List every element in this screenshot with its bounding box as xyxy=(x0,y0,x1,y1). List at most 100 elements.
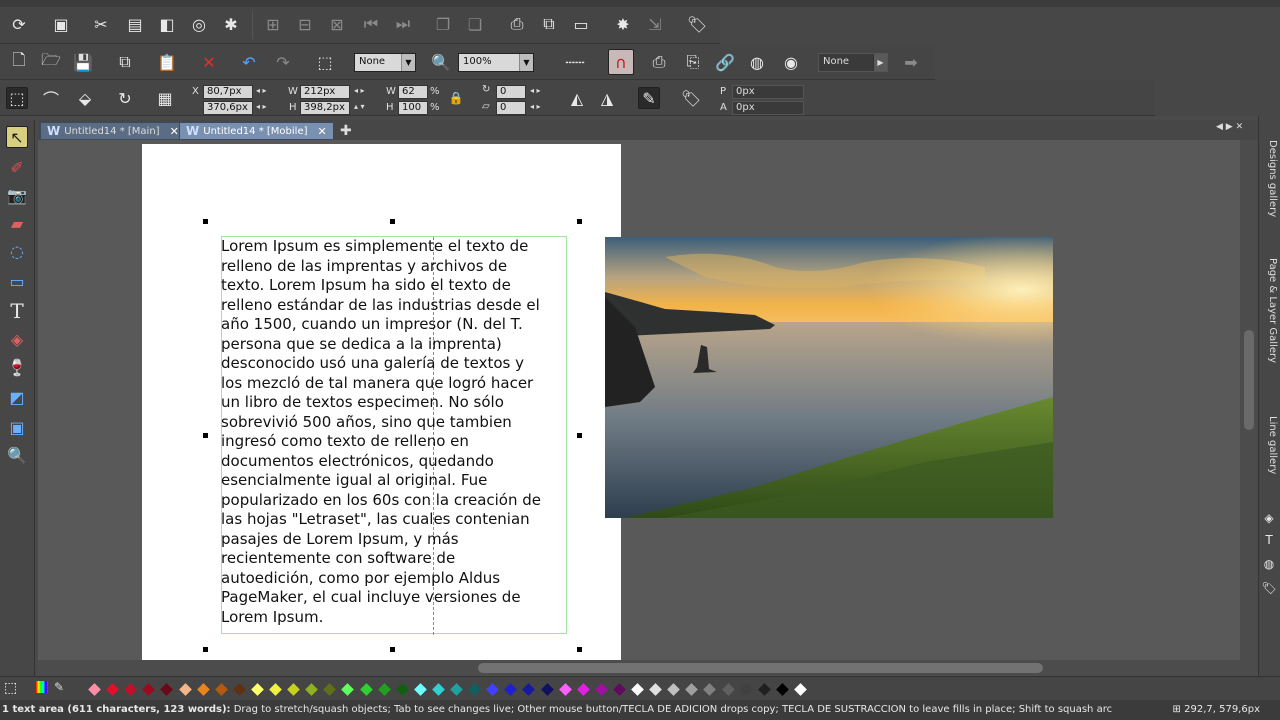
mould-tool-icon[interactable]: ▣ xyxy=(6,416,28,438)
fill-style-select[interactable]: None ▶ xyxy=(818,53,888,72)
grid-icon[interactable]: ▦ xyxy=(154,87,176,109)
color-swatch[interactable] xyxy=(269,683,282,696)
delete-icon[interactable]: ✕ xyxy=(198,51,220,73)
color-swatch[interactable] xyxy=(178,683,192,696)
palette-menu-icon[interactable]: ⬚ xyxy=(4,680,17,696)
selection-handle[interactable] xyxy=(390,647,395,652)
width-spinner-icon[interactable]: ◂ ▸ xyxy=(354,86,365,95)
vertical-scrollbar[interactable] xyxy=(1240,140,1258,660)
a-field[interactable]: 0px xyxy=(732,101,804,115)
live-effects-icon[interactable]: ⎘ xyxy=(682,51,704,73)
close-icon[interactable]: ✕ xyxy=(170,125,179,138)
eyedropper-icon[interactable]: ✎ xyxy=(638,87,660,109)
color-swatch[interactable] xyxy=(196,683,210,696)
line-gallery-tab[interactable]: Line gallery xyxy=(1262,416,1278,474)
tab-main[interactable]: W Untitled14 * [Main] ✕ xyxy=(40,122,186,140)
menu-bar[interactable] xyxy=(0,0,1280,7)
color-swatch[interactable] xyxy=(649,683,662,696)
scale-height-field[interactable]: 100 xyxy=(398,101,428,115)
rotate-icon[interactable]: ↻ xyxy=(114,87,136,109)
scroll-thumb[interactable] xyxy=(478,663,1043,673)
selection-handle[interactable] xyxy=(390,219,395,224)
zoom-select[interactable]: 100% ▼ xyxy=(458,53,534,72)
text-tool-icon[interactable]: T xyxy=(6,299,28,323)
color-swatch[interactable] xyxy=(124,683,138,696)
designs-gallery-tab[interactable]: Designs gallery xyxy=(1262,140,1278,217)
color-swatch[interactable] xyxy=(468,683,481,696)
y-spinner-icon[interactable]: ◂ ▸ xyxy=(256,102,267,111)
color-swatch[interactable] xyxy=(703,683,717,696)
color-swatch[interactable] xyxy=(613,683,626,696)
color-swatch[interactable] xyxy=(558,683,572,696)
redo-icon[interactable]: ↷ xyxy=(272,51,294,73)
name-tag-icon[interactable]: 🏷 xyxy=(680,87,702,109)
selection-bounds-icon[interactable]: ⬚ xyxy=(6,87,28,109)
sparkle-icon[interactable]: ✸ xyxy=(612,13,634,35)
add-tab-icon[interactable]: ✚ xyxy=(340,123,352,139)
color-swatch[interactable] xyxy=(504,683,518,696)
copy-icon[interactable]: ⧉ xyxy=(114,51,136,73)
tab-scroll-icons[interactable]: ◀ ▶ ✕ xyxy=(1216,122,1243,132)
export-page-icon[interactable]: ⎙ xyxy=(506,13,528,35)
color-swatch[interactable] xyxy=(794,683,807,696)
height-field[interactable]: 398,2px xyxy=(300,101,350,115)
to-front-icon[interactable]: ⏭ xyxy=(392,13,414,35)
selector-tool-icon[interactable]: ↖ xyxy=(6,126,28,148)
web-icon[interactable]: ◎ xyxy=(188,13,210,35)
color-swatch[interactable] xyxy=(377,683,391,696)
color-swatch[interactable] xyxy=(576,683,590,696)
color-gallery-icon[interactable]: ◍ xyxy=(1259,554,1279,574)
color-swatch[interactable] xyxy=(667,683,681,696)
freehand-tool-icon[interactable]: ✐ xyxy=(6,156,28,178)
arrange-back-icon[interactable]: ❐ xyxy=(432,13,454,35)
close-icon[interactable]: ✕ xyxy=(318,125,327,138)
color-swatch[interactable] xyxy=(359,683,373,696)
color-swatch[interactable] xyxy=(450,683,463,696)
color-swatch[interactable] xyxy=(395,683,409,696)
color-swatch[interactable] xyxy=(341,683,355,696)
color-swatch[interactable] xyxy=(486,683,500,696)
color-swatch[interactable] xyxy=(594,683,608,696)
undo-icon[interactable]: ↶ xyxy=(238,51,260,73)
transparency-tool-icon[interactable]: 🍷 xyxy=(6,356,28,378)
color-swatch[interactable] xyxy=(287,683,300,696)
color-swatch[interactable] xyxy=(232,683,246,696)
tab-mobile[interactable]: W Untitled14 * [Mobile] ✕ xyxy=(179,122,334,140)
color-swatch[interactable] xyxy=(775,683,789,696)
skew-field[interactable]: 0 xyxy=(496,101,526,115)
rotate-spinner-icon[interactable]: ◂ ▸ xyxy=(530,86,541,95)
pdf-icon[interactable]: ◧ xyxy=(156,13,178,35)
flip-horizontal-icon[interactable]: ◭ xyxy=(566,87,588,109)
arrange-front-icon[interactable]: ❏ xyxy=(464,13,486,35)
save-icon[interactable]: 💾 xyxy=(72,51,94,73)
selection-handle[interactable] xyxy=(203,647,208,652)
color-swatch[interactable] xyxy=(685,683,699,696)
selection-handle[interactable] xyxy=(577,647,582,652)
open-folder-icon[interactable]: 🗁 xyxy=(40,50,62,73)
fill-gallery-icon[interactable]: ◈ xyxy=(1259,508,1279,528)
combine-icon[interactable]: ⊠ xyxy=(326,13,348,35)
color-swatch[interactable] xyxy=(106,683,119,696)
skew-spinner-icon[interactable]: ◂ ▸ xyxy=(530,102,541,111)
resize-icon[interactable]: ⇲ xyxy=(644,13,666,35)
page-layer-gallery-tab[interactable]: Page & Layer Gallery xyxy=(1262,258,1278,363)
bitmap-edit-icon[interactable]: ⎙ xyxy=(648,51,670,73)
export-cmyk-icon[interactable]: ▤ xyxy=(124,13,146,35)
rotate-field[interactable]: 0 xyxy=(496,85,526,99)
app-icon[interactable]: ⟳ xyxy=(8,13,30,35)
horizontal-scrollbar[interactable] xyxy=(38,660,1258,676)
color-swatch[interactable] xyxy=(432,683,445,696)
photo-import-icon[interactable]: ▣ xyxy=(50,13,72,35)
name-gallery-icon[interactable]: 🏷 xyxy=(1259,578,1279,598)
scale-width-field[interactable]: 62 xyxy=(398,85,428,99)
shape-editor-icon[interactable]: ⌒ xyxy=(40,87,62,109)
fill-bucket-icon[interactable]: ⬙ xyxy=(74,87,96,109)
color-swatch[interactable] xyxy=(721,683,735,696)
x-field[interactable]: 80,7px xyxy=(203,85,253,99)
rectangle-tool-icon[interactable]: ▭ xyxy=(6,270,28,292)
text-style-icon[interactable]: T xyxy=(1259,530,1279,550)
group-icon[interactable]: ⊞ xyxy=(262,13,284,35)
color-swatch[interactable] xyxy=(631,683,644,696)
eraser-tool-icon[interactable]: ▰ xyxy=(6,212,28,234)
color-swatch[interactable] xyxy=(142,683,156,696)
